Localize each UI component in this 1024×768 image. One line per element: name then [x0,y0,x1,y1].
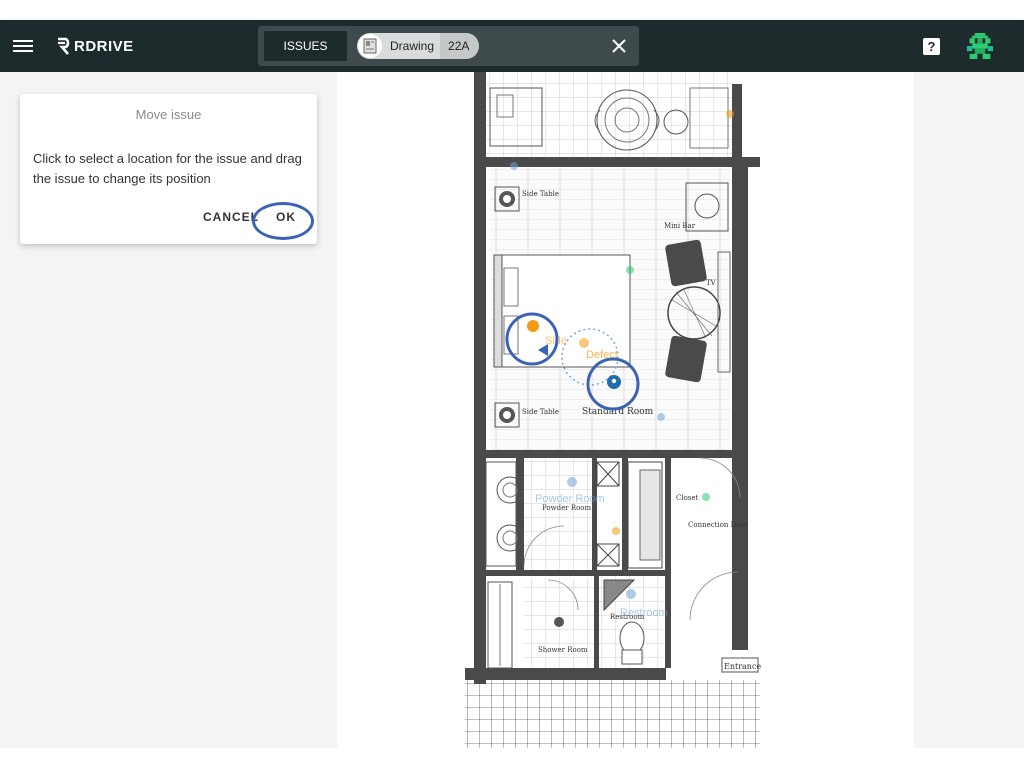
drawing-canvas[interactable]: Side Table Side Table Mini Bar TV Standa… [337,72,914,748]
plan-label-connection-door: Connection Door [688,521,749,529]
issue-pin[interactable] [626,266,634,274]
issue-pin[interactable] [626,589,636,599]
pixel-avatar-icon [967,33,993,59]
cancel-button[interactable]: CANCEL [203,210,259,224]
logo-text: RDRIVE [74,37,134,55]
issue-pin[interactable] [726,110,734,118]
overlay-label-restroom: Restroom [620,607,668,619]
selected-issue-pin[interactable] [527,320,539,332]
right-panel [914,72,1024,748]
issue-pin[interactable] [612,527,620,535]
ok-button[interactable]: OK [276,210,296,224]
app-logo[interactable]: RDRIVE [56,35,134,57]
plan-label-side-table: Side Table [522,408,559,416]
issue-pin[interactable] [567,477,577,487]
deck-area [465,680,760,748]
user-avatar[interactable] [967,33,993,59]
plan-label-entrance: Entrance [724,662,761,671]
floor-plan[interactable]: Side Table Side Table Mini Bar TV Standa… [337,72,914,748]
issues-tab[interactable]: ISSUES [264,31,347,61]
plan-label-closet: Closet [676,494,699,502]
chip-value: 22A [440,33,480,59]
chip-label: Drawing [390,39,435,53]
plan-label-mini-bar: Mini Bar [664,222,696,230]
close-icon[interactable] [611,38,627,54]
issue-pin[interactable] [510,162,518,170]
rdrive-logo-icon [58,37,70,55]
issue-pin[interactable] [579,338,589,348]
drawing-filter-chip[interactable]: Drawing 22A [357,33,480,59]
plan-label-shower-room: Shower Room [538,646,588,654]
help-icon[interactable]: ? [923,38,940,55]
top-app-bar: RDRIVE ISSUES Drawing 22A ? [0,20,1024,72]
drawing-thumbnail-icon [358,34,382,58]
location-pin-icon[interactable] [607,375,621,389]
issue-pin[interactable] [702,493,710,501]
move-issue-dialog: Move issue Click to select a location fo… [20,94,317,244]
dialog-body: Click to select a location for the issue… [33,151,302,186]
plan-label-side-table: Side Table [522,190,559,198]
dialog-title: Move issue [135,107,202,122]
overlay-label-powder-room: Powder Room [535,493,605,505]
plan-label-powder-room: Powder Room [542,504,592,512]
bottom-margin [0,748,1024,768]
issue-pin[interactable] [657,413,665,421]
menu-icon[interactable] [13,37,33,55]
filter-bar: ISSUES Drawing 22A [258,26,639,66]
plan-label-tv: TV [706,279,717,287]
